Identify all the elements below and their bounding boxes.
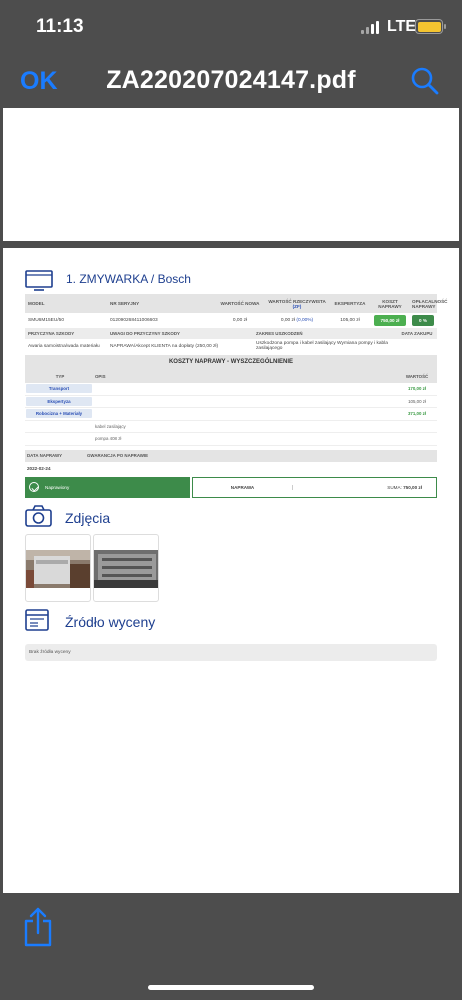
model-value: SMU6M15EU/50: [28, 318, 64, 323]
profitability-value: 0 %: [409, 313, 437, 328]
battery-icon: [415, 19, 446, 34]
repair-label: NAPRAWA: [193, 484, 293, 490]
costs-section: KOSZTY NAPRAWY - WYSZCZEGÓLNIENIE TYP OP…: [25, 355, 437, 446]
repair-sum: SUMA: 750,00 zł: [387, 484, 422, 490]
col-repair-cost: KOSZT NAPRAWY: [371, 294, 409, 313]
cost-value: 371,00 zł: [407, 411, 427, 417]
source-box: Brak źródła wyceny: [25, 643, 437, 661]
status-bar: 11:13 LTE: [0, 0, 462, 56]
col-cause: PRZYCZYNA SZKODY: [25, 328, 107, 339]
costs-header-row: TYP OPIS WARTOŚĆ: [25, 369, 437, 383]
value-new: 0,00 zł: [232, 318, 248, 323]
repair-date-label: DATA NAPRAWY: [27, 453, 63, 458]
search-icon[interactable]: [410, 66, 440, 96]
col-value-real: WARTOŚĆ RZECZYWISTA (ZF): [265, 294, 329, 313]
repair-date: 2022-02-24: [27, 465, 51, 471]
pdf-viewer: 11:13 LTE OK ZA220207024147.pdf 1. ZMYWA…: [0, 0, 462, 1000]
notes-value: NAPRAWA/Akcept KLIENTA na dopłaty (250,0…: [110, 343, 219, 349]
photos-header: Zdjęcia: [25, 502, 437, 532]
cause-value: Awaria samoistna/wada materiału: [28, 343, 100, 349]
check-icon: [29, 482, 39, 492]
bottom-toolbar: [0, 893, 462, 1000]
col-notes: UWAGI DO PRZYCZYNY SZKODY: [107, 328, 253, 339]
photo-thumbnail[interactable]: [93, 533, 159, 602]
repair-status: Naprawiony NAPRAWA SUMA: 750,00 zł: [25, 476, 437, 498]
repair-values: 2022-02-24: [25, 462, 437, 475]
source-title: Źródło wyceny: [65, 613, 156, 630]
repair-header: DATA NAPRAWY GWARANCJA PO NAPRAWIE: [25, 449, 437, 462]
device-table: MODEL NR SERYJNY WARTOŚĆ NOWA WARTOŚĆ RZ…: [25, 294, 447, 328]
repair-sum-box: NAPRAWA SUMA: 750,00 zł: [192, 476, 437, 498]
device-title: 1. ZMYWARKA / Bosch: [66, 272, 191, 286]
cost-type-tag: Robocizna + Materiały: [26, 409, 92, 419]
clock: 11:13: [36, 16, 84, 37]
col-serial: NR SERYJNY: [107, 294, 215, 313]
home-indicator[interactable]: [148, 985, 314, 990]
cost-row: pompa 408 zł: [25, 433, 437, 446]
cost-type-tag: Ekspertyza: [26, 396, 92, 406]
cost-type-tag: Transport: [26, 384, 92, 394]
dishwasher-photo: [26, 549, 90, 588]
source-header: Źródło wyceny: [25, 606, 437, 636]
col-scope: ZAKRES USZKODZEŃ: [253, 328, 397, 339]
photo-thumbnail[interactable]: [25, 533, 91, 602]
purchase-date-value: [397, 339, 437, 353]
camera-icon: [25, 504, 52, 527]
col-value-new: WARTOŚĆ NOWA: [215, 294, 265, 313]
warranty-label: GWARANCJA PO NAPRAWIE: [87, 453, 149, 458]
repair-cost-value: 750,00 zł: [371, 313, 409, 328]
cost-row: Transport 170,00 zł: [25, 383, 437, 396]
col-type: TYP: [55, 373, 65, 379]
col-value: WARTOŚĆ: [405, 373, 429, 379]
value-real: 0,00 zł (0,00%): [280, 318, 314, 323]
cost-desc: kabel zasilający: [95, 423, 126, 429]
expertise-value: 105,00 zł: [340, 318, 360, 323]
costs-title: KOSZTY NAPRAWY - WYSZCZEGÓLNIENIE: [25, 355, 437, 369]
serial-value: 012090268411006603: [110, 318, 158, 323]
photos-title: Zdjęcia: [65, 509, 111, 526]
price-source-icon: [25, 608, 49, 631]
dishwasher-photo: [94, 549, 158, 588]
pdf-page-2: 1. ZMYWARKA / Bosch MODEL NR SERYJNY WAR…: [3, 248, 459, 893]
cost-row: Ekspertyza 105,00 zł: [25, 396, 437, 408]
signal-icon: [361, 21, 381, 34]
pdf-page-1: [3, 108, 459, 241]
cost-row: Robocizna + Materiały 371,00 zł: [25, 408, 437, 421]
col-profitability: OPŁACALNOŚĆ NAPRAWY: [409, 294, 447, 313]
col-expertise: EKSPERTYZA: [329, 294, 371, 313]
nav-bar: OK ZA220207024147.pdf: [0, 56, 462, 108]
scope-value: Uszkodzona pompa i kabel zasilający Wymi…: [256, 341, 388, 351]
photo-gallery: [25, 533, 437, 602]
cost-row: kabel zasilający: [25, 421, 437, 433]
document-title: ZA220207024147.pdf: [106, 66, 356, 94]
cost-value: 170,00 zł: [407, 386, 427, 392]
col-model: MODEL: [25, 294, 107, 313]
damage-table: PRZYCZYNA SZKODY UWAGI DO PRZYCZYNY SZKO…: [25, 328, 437, 353]
status-badge: Naprawiony: [25, 476, 190, 498]
cost-value: 105,00 zł: [408, 398, 426, 404]
share-icon[interactable]: [22, 907, 54, 947]
col-purchase-date: DATA ZAKUPU: [397, 328, 437, 339]
col-desc: OPIS: [95, 373, 106, 379]
dishwasher-icon: [25, 270, 53, 291]
device-header: 1. ZMYWARKA / Bosch: [25, 268, 437, 294]
cost-desc: pompa 408 zł: [95, 436, 122, 442]
network-label: LTE: [387, 18, 417, 35]
